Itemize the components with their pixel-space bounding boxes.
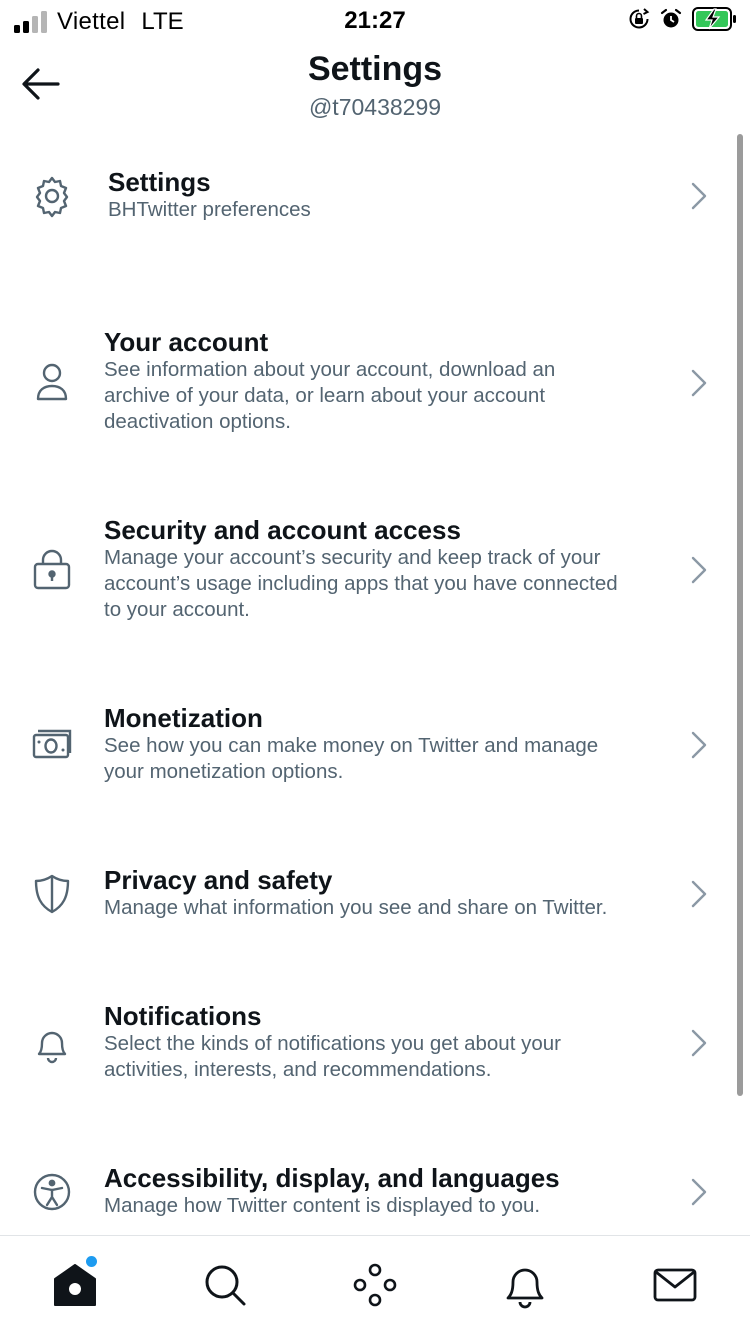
settings-row-notifications[interactable]: Notifications Select the kinds of notifi… [0, 1002, 736, 1086]
row-description: See information about your account, down… [104, 358, 556, 433]
lock-icon [33, 549, 71, 590]
money-icon [32, 729, 72, 759]
row-title: Settings [108, 167, 211, 197]
settings-row-your-account[interactable]: Your account See information about your … [0, 328, 736, 438]
row-description: Select the kinds of notifications you ge… [104, 1032, 561, 1081]
status-bar: Viettel LTE 21:27 [0, 0, 750, 42]
row-title: Your account [104, 327, 269, 357]
chevron-right-icon [691, 731, 707, 759]
row-description: Manage your account’s security and keep … [104, 546, 618, 621]
settings-row-privacy[interactable]: Privacy and safety Manage what informati… [0, 866, 736, 924]
row-description: BHTwitter preferences [108, 198, 311, 221]
messages-icon[interactable] [650, 1260, 700, 1310]
accessibility-icon [33, 1173, 71, 1211]
scrollbar[interactable] [737, 134, 743, 1096]
settings-row-monetization[interactable]: Monetization See how you can make money … [0, 704, 736, 788]
gear-icon [35, 176, 69, 218]
settings-row-security[interactable]: Security and account access Manage your … [0, 516, 736, 626]
row-title: Monetization [104, 703, 263, 733]
chevron-right-icon [691, 556, 707, 584]
shield-icon [34, 874, 70, 914]
home-icon[interactable] [50, 1260, 100, 1310]
row-description: See how you can make money on Twitter an… [104, 734, 599, 783]
settings-row-accessibility[interactable]: Accessibility, display, and languages Ma… [0, 1164, 736, 1222]
orientation-lock-icon [629, 8, 650, 29]
status-right [628, 7, 738, 31]
new-content-badge [86, 1256, 97, 1267]
alarm-icon [660, 8, 682, 28]
header: Settings @t70438299 [0, 42, 750, 122]
spaces-icon[interactable] [350, 1260, 400, 1310]
user-handle: @t70438299 [308, 94, 442, 120]
chevron-right-icon [691, 182, 707, 210]
row-title: Notifications [104, 1001, 262, 1031]
row-title: Accessibility, display, and languages [104, 1163, 560, 1193]
person-icon [36, 363, 68, 401]
chevron-right-icon [691, 880, 707, 908]
tab-bar [0, 1235, 750, 1334]
row-title: Security and account access [104, 515, 461, 545]
chevron-right-icon [691, 1178, 707, 1206]
bell-icon [37, 1031, 67, 1064]
chevron-right-icon [691, 369, 707, 397]
page-title: Settings [307, 50, 443, 88]
chevron-right-icon [691, 1029, 707, 1057]
row-title: Privacy and safety [104, 865, 333, 895]
row-description: Manage what information you see and shar… [104, 896, 608, 919]
battery-charging-icon [692, 7, 736, 31]
settings-row-bhtwitter[interactable]: Settings BHTwitter preferences [0, 168, 736, 232]
notifications-icon[interactable] [500, 1260, 550, 1310]
search-icon[interactable] [200, 1260, 250, 1310]
row-description: Manage how Twitter content is displayed … [104, 1194, 541, 1217]
